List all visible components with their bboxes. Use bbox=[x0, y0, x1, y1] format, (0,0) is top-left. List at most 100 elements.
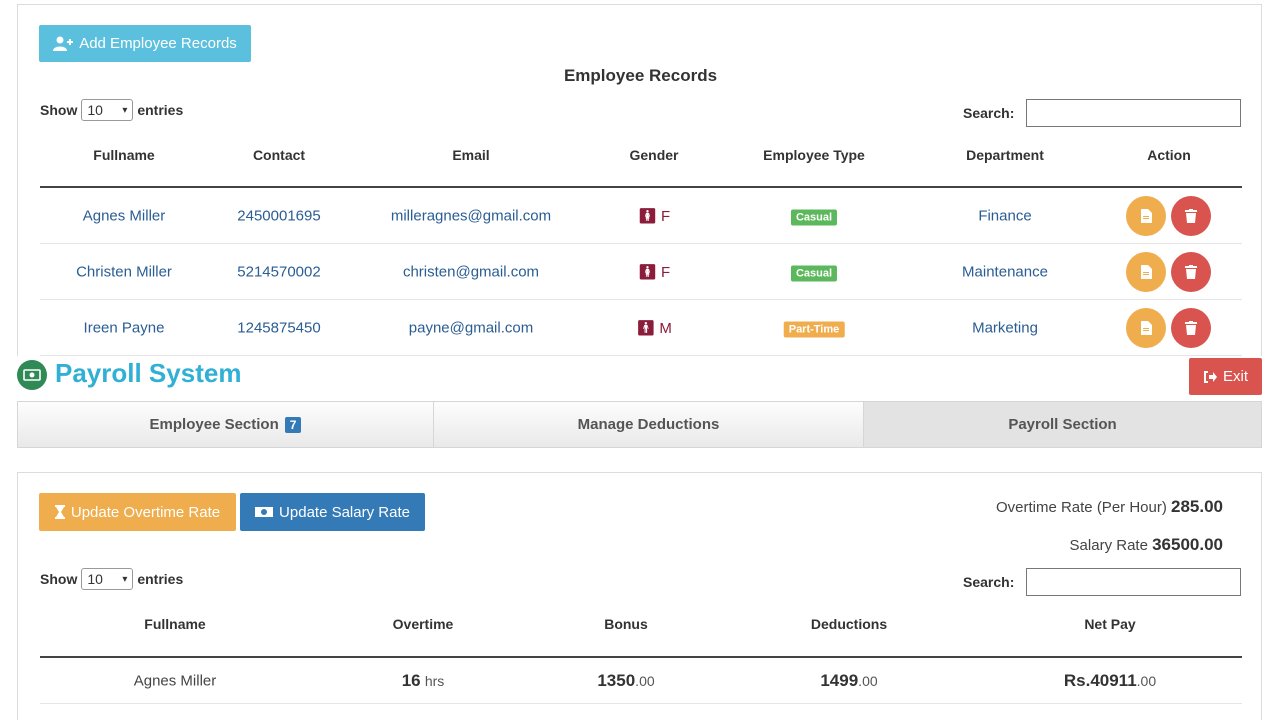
employee-type-cell: Part-Time bbox=[783, 319, 845, 337]
female-icon: 🚺︎ bbox=[637, 263, 657, 281]
col-department[interactable]: Department bbox=[966, 147, 1044, 163]
show-entries-control: Show 10 ▾ entries bbox=[40, 568, 183, 590]
view-button[interactable] bbox=[1126, 307, 1166, 348]
col-overtime[interactable]: Overtime bbox=[393, 616, 454, 632]
search-label: Search: bbox=[963, 105, 1015, 121]
col-fullname[interactable]: Fullname bbox=[144, 616, 205, 632]
show-label: Show bbox=[40, 571, 78, 587]
file-icon bbox=[1141, 264, 1152, 279]
net-pay-value: Rs.40911 bbox=[1063, 670, 1137, 690]
col-email[interactable]: Email bbox=[452, 147, 489, 163]
update-salary-rate-label: Update Salary Rate bbox=[279, 503, 410, 521]
department-cell: Marketing bbox=[972, 319, 1038, 336]
show-label: Show bbox=[40, 102, 78, 118]
update-overtime-rate-button[interactable]: Update Overtime Rate bbox=[39, 493, 236, 531]
trash-icon bbox=[1185, 320, 1197, 335]
deductions-decimals: .00 bbox=[858, 672, 878, 689]
add-employee-label: Add Employee Records bbox=[79, 35, 237, 52]
col-employee-type[interactable]: Employee Type bbox=[763, 147, 865, 163]
trash-icon bbox=[1185, 264, 1197, 279]
exit-label: Exit bbox=[1222, 368, 1248, 385]
table-row: Christen Miller 5214570002 christen@gmai… bbox=[40, 244, 1242, 300]
gender-value: F bbox=[661, 207, 671, 225]
employee-type-cell: Casual bbox=[790, 263, 838, 281]
net-pay-cell: Rs.40911.00 bbox=[1064, 671, 1156, 691]
entries-select[interactable]: 10 ▾ bbox=[81, 568, 134, 590]
col-net-pay[interactable]: Net Pay bbox=[1084, 616, 1135, 632]
gender-cell: 🚹︎ M bbox=[636, 319, 672, 337]
table-row: Agnes Miller 2450001695 milleragnes@gmai… bbox=[40, 188, 1242, 244]
fullname-cell: Ireen Payne bbox=[83, 319, 165, 336]
payroll-panel: Update Overtime Rate Update Salary Rate … bbox=[17, 472, 1262, 720]
email-cell: payne@gmail.com bbox=[408, 319, 534, 336]
gender-cell: 🚺︎ F bbox=[638, 207, 670, 225]
delete-button[interactable] bbox=[1171, 307, 1211, 348]
deductions-value: 1499 bbox=[820, 670, 859, 690]
entries-label: entries bbox=[137, 571, 184, 587]
entries-value: 10 bbox=[87, 102, 103, 118]
col-fullname[interactable]: Fullname bbox=[93, 147, 154, 163]
update-overtime-rate-label: Update Overtime Rate bbox=[70, 503, 221, 521]
delete-button[interactable] bbox=[1171, 251, 1211, 292]
view-button[interactable] bbox=[1126, 195, 1166, 236]
gender-cell: 🚺︎ F bbox=[638, 263, 670, 281]
add-employee-button[interactable]: Add Employee Records bbox=[39, 25, 251, 62]
gender-value: F bbox=[661, 263, 671, 281]
search-input[interactable] bbox=[1026, 568, 1241, 596]
overtime-rate-display: Overtime Rate (Per Hour) 285.00 bbox=[996, 497, 1223, 517]
money-icon bbox=[23, 369, 41, 381]
chevron-down-icon: ▾ bbox=[122, 573, 128, 585]
payroll-logo-icon bbox=[17, 360, 47, 390]
salary-rate-label: Salary Rate bbox=[1069, 537, 1148, 554]
gender-value: M bbox=[659, 319, 672, 337]
employee-type-badge: Casual bbox=[790, 209, 838, 225]
tab-payroll-section-label: Payroll Section bbox=[1008, 416, 1117, 433]
tab-employee-section[interactable]: Employee Section 7 bbox=[18, 402, 434, 447]
hourglass-icon bbox=[54, 505, 65, 519]
entries-value: 10 bbox=[87, 571, 103, 587]
view-button[interactable] bbox=[1126, 251, 1166, 292]
money-icon bbox=[255, 507, 274, 517]
app-header: Payroll System Exit bbox=[17, 358, 1262, 400]
tab-employee-section-label: Employee Section bbox=[149, 416, 279, 433]
employee-records-panel: Add Employee Records Employee Records Sh… bbox=[17, 4, 1262, 356]
employee-records-title: Employee Records bbox=[563, 66, 718, 85]
table-row: Ireen Payne 1245875450 payne@gmail.com 🚹… bbox=[40, 300, 1242, 356]
fullname-cell: Agnes Miller bbox=[82, 207, 166, 224]
department-cell: Maintenance bbox=[962, 263, 1048, 280]
overtime-value: 16 bbox=[401, 670, 421, 690]
overtime-unit: hrs bbox=[424, 672, 445, 689]
col-deductions[interactable]: Deductions bbox=[811, 616, 887, 632]
entries-select[interactable]: 10 ▾ bbox=[81, 99, 134, 121]
email-cell: christen@gmail.com bbox=[402, 263, 540, 280]
col-bonus[interactable]: Bonus bbox=[604, 616, 648, 632]
email-cell: milleragnes@gmail.com bbox=[390, 207, 552, 224]
exit-button[interactable]: Exit bbox=[1189, 358, 1262, 395]
app-title: Payroll System bbox=[55, 358, 242, 388]
col-gender[interactable]: Gender bbox=[629, 147, 678, 163]
search-input[interactable] bbox=[1026, 99, 1241, 127]
col-contact[interactable]: Contact bbox=[253, 147, 305, 163]
contact-cell: 5214570002 bbox=[237, 263, 321, 280]
overtime-rate-value: 285.00 bbox=[1171, 497, 1223, 516]
file-icon bbox=[1141, 208, 1152, 223]
add-user-icon bbox=[53, 36, 74, 51]
delete-button[interactable] bbox=[1171, 195, 1211, 236]
col-action: Action bbox=[1147, 147, 1191, 163]
section-tabs: Employee Section 7 Manage Deductions Pay… bbox=[17, 401, 1262, 448]
overtime-cell: 16 hrs bbox=[402, 671, 445, 691]
update-salary-rate-button[interactable]: Update Salary Rate bbox=[240, 493, 425, 531]
bonus-cell: 1350.00 bbox=[597, 671, 654, 691]
fullname-cell: Agnes Miller bbox=[133, 672, 217, 689]
salary-rate-value: 36500.00 bbox=[1152, 535, 1223, 554]
employee-count-badge: 7 bbox=[284, 416, 302, 433]
female-icon: 🚺︎ bbox=[637, 207, 657, 225]
male-icon: 🚹︎ bbox=[636, 319, 656, 337]
employee-type-cell: Casual bbox=[790, 207, 838, 225]
file-icon bbox=[1141, 320, 1152, 335]
tab-payroll-section[interactable]: Payroll Section bbox=[864, 402, 1261, 447]
tab-manage-deductions[interactable]: Manage Deductions bbox=[434, 402, 864, 447]
employee-type-badge: Casual bbox=[790, 265, 838, 281]
department-cell: Finance bbox=[978, 207, 1032, 224]
chevron-down-icon: ▾ bbox=[122, 104, 128, 116]
